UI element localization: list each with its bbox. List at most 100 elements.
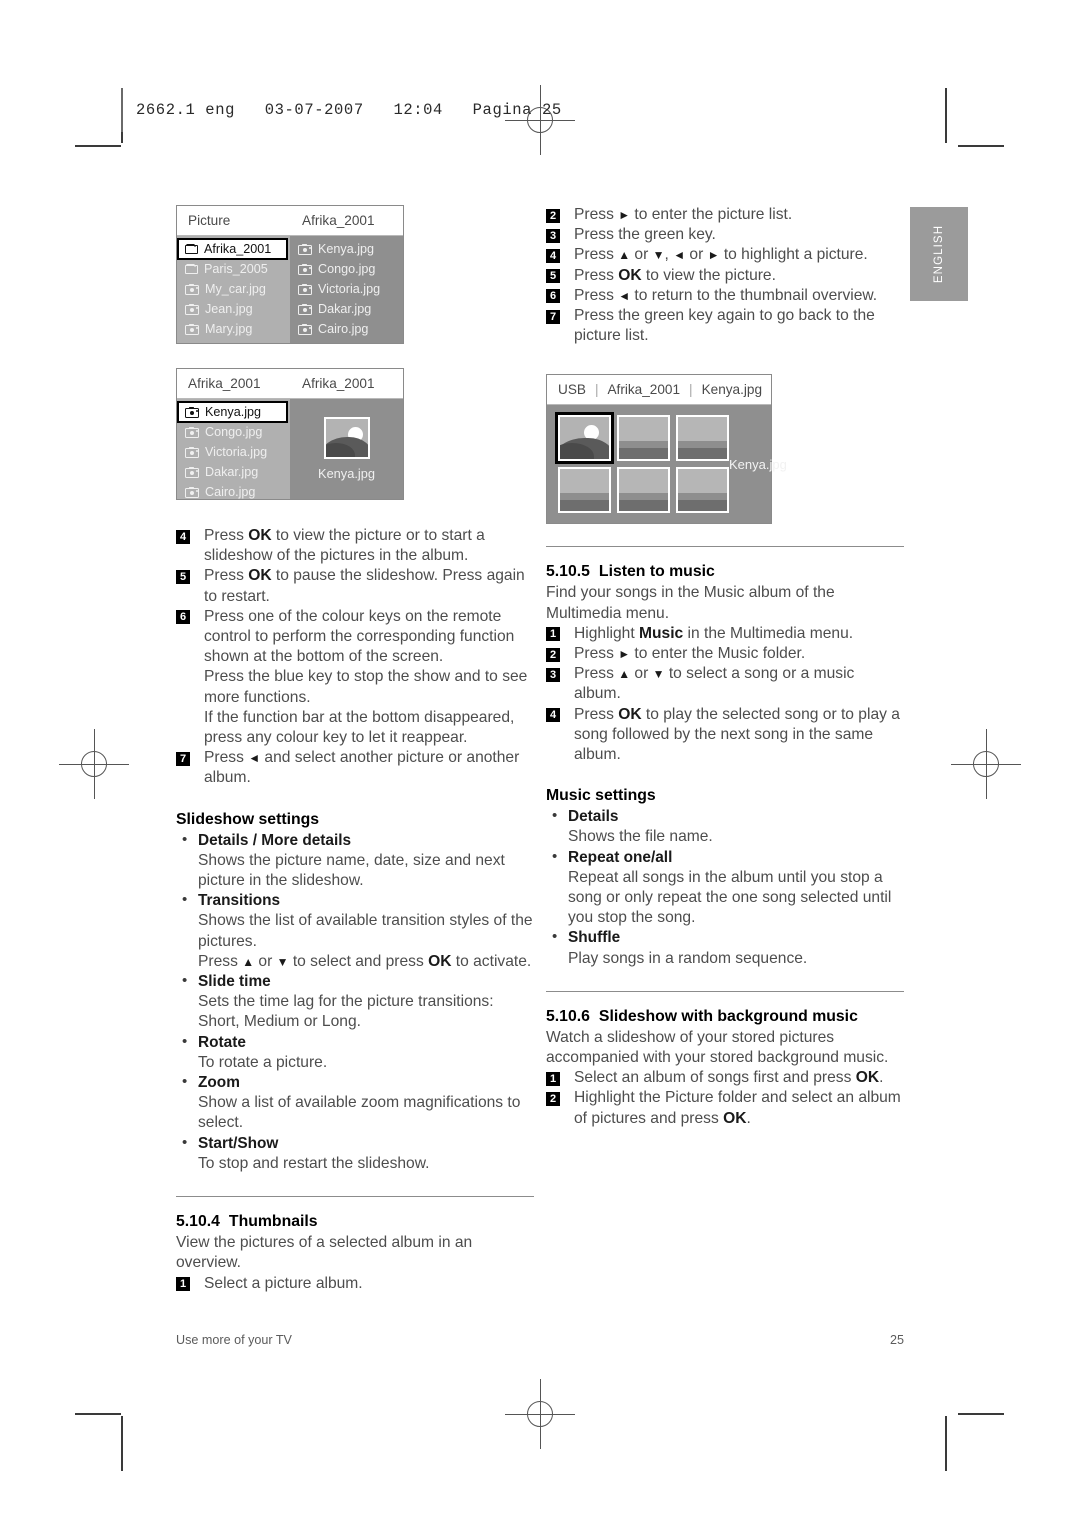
section-number: 5.10.4 bbox=[176, 1213, 220, 1231]
list-item: 6 Press ◄ to return to the thumbnail ove… bbox=[546, 286, 904, 306]
thumbnail-tile[interactable] bbox=[617, 467, 670, 514]
camera-icon bbox=[185, 406, 199, 418]
breadcrumb-album: Afrika_2001 bbox=[607, 382, 681, 398]
thumbnail-image bbox=[676, 467, 729, 514]
setting-desc: To stop and restart the slideshow. bbox=[198, 1154, 430, 1172]
preview-item-dakar[interactable]: Dakar.jpg bbox=[177, 462, 290, 482]
setting-desc: To rotate a picture. bbox=[198, 1053, 328, 1071]
setting-title: Zoom bbox=[198, 1074, 240, 1092]
browser-item-jean[interactable]: Jean.jpg bbox=[177, 299, 290, 319]
bullet-icon: • bbox=[182, 830, 188, 848]
listen-to-music-heading: 5.10.5 Listen to music bbox=[546, 561, 904, 583]
preview-thumbnail-image bbox=[323, 417, 370, 459]
thumbnail-image bbox=[676, 415, 729, 462]
bullet-icon: • bbox=[552, 847, 558, 865]
browser-file-label: Cairo.jpg bbox=[318, 322, 369, 336]
down-arrow-icon: ▼ bbox=[652, 667, 665, 682]
browser-item-mary[interactable]: Mary.jpg bbox=[177, 319, 290, 339]
step-number: 2 bbox=[546, 647, 560, 662]
thumbnails-intro: View the pictures of a selected album in… bbox=[176, 1234, 473, 1272]
thumbnail-tile[interactable] bbox=[617, 415, 670, 462]
slideshow-settings-list: • Details / More details Shows the pictu… bbox=[176, 831, 534, 1174]
preview-image-pane: Kenya.jpg bbox=[290, 399, 403, 499]
preview-item-victoria[interactable]: Victoria.jpg bbox=[177, 442, 290, 462]
page-content: Picture Afrika_2001 Afrika_2001 Paris_20… bbox=[0, 0, 1080, 1528]
setting-desc: Shows the picture name, date, size and n… bbox=[198, 851, 505, 890]
thumbnail-tile-selected[interactable] bbox=[555, 412, 614, 465]
step-text: Press the green key again to go back to … bbox=[574, 307, 875, 345]
step-number: 1 bbox=[176, 1277, 190, 1291]
browser-item-label: Afrika_2001 bbox=[204, 242, 272, 256]
preview-item-label: Dakar.jpg bbox=[205, 465, 259, 479]
thumbnail-image bbox=[558, 467, 611, 514]
camera-icon bbox=[185, 466, 199, 478]
setting-title: Transitions bbox=[198, 892, 281, 910]
step-text: Press the green key. bbox=[574, 226, 716, 244]
section-divider bbox=[546, 990, 904, 992]
browser-item-paris-2005[interactable]: Paris_2005 bbox=[177, 259, 290, 279]
preview-item-label: Victoria.jpg bbox=[205, 445, 268, 459]
picture-preview-screenshot: Afrika_2001 Afrika_2001 Kenya.jpg Congo.… bbox=[176, 368, 404, 500]
step-text: Select a picture album. bbox=[204, 1274, 363, 1292]
browser-file-cairo[interactable]: Cairo.jpg bbox=[290, 319, 403, 339]
step-number: 6 bbox=[176, 610, 190, 625]
browser-file-victoria[interactable]: Victoria.jpg bbox=[290, 279, 403, 299]
browser-item-afrika-2001[interactable]: Afrika_2001 bbox=[177, 238, 288, 260]
browser-header-right: Afrika_2001 bbox=[302, 213, 375, 228]
list-item: • Transitions Shows the list of availabl… bbox=[176, 891, 534, 972]
step-number: 3 bbox=[546, 667, 560, 682]
page-footer: Use more of your TV 25 bbox=[176, 1333, 904, 1347]
browser-file-congo[interactable]: Congo.jpg bbox=[290, 259, 403, 279]
browser-file-dakar[interactable]: Dakar.jpg bbox=[290, 299, 403, 319]
thumbnail-grid-body: Kenya.jpg bbox=[547, 405, 787, 524]
breadcrumb-separator: | bbox=[689, 382, 693, 398]
slideshow-settings-heading: Slideshow settings bbox=[176, 810, 320, 828]
left-arrow-icon: ◄ bbox=[673, 248, 686, 263]
camera-icon bbox=[185, 283, 199, 295]
slideshow-music-heading: 5.10.6 Slideshow with background music bbox=[546, 1006, 904, 1028]
step-number: 7 bbox=[546, 309, 560, 324]
list-item: 4 Press OK to view the picture or to sta… bbox=[176, 526, 534, 566]
preview-item-label: Cairo.jpg bbox=[205, 485, 256, 499]
bullet-icon: • bbox=[552, 928, 558, 946]
step-number: 4 bbox=[546, 708, 560, 723]
bullet-icon: • bbox=[182, 1073, 188, 1091]
right-arrow-icon: ► bbox=[707, 248, 720, 263]
list-item: • Slide time Sets the time lag for the p… bbox=[176, 972, 534, 1033]
browser-file-label: Dakar.jpg bbox=[318, 302, 372, 316]
right-column: 2 Press ► to enter the picture list. 3 P… bbox=[546, 205, 904, 1129]
setting-title: Shuffle bbox=[568, 929, 621, 947]
section-number: 5.10.5 bbox=[546, 563, 590, 581]
thumbnail-tile[interactable] bbox=[558, 467, 611, 514]
preview-header-left: Afrika_2001 bbox=[188, 376, 261, 391]
up-arrow-icon: ▲ bbox=[242, 954, 255, 969]
up-arrow-icon: ▲ bbox=[618, 248, 631, 263]
list-item: 3 Press ▲ or ▼ to select a song or a mus… bbox=[546, 664, 904, 704]
list-item: • Rotate To rotate a picture. bbox=[176, 1033, 534, 1073]
step-number: 6 bbox=[546, 289, 560, 304]
slideshow-music-steps: 1 Select an album of songs first and pre… bbox=[546, 1068, 904, 1129]
list-item: 2 Highlight the Picture folder and selec… bbox=[546, 1088, 904, 1128]
thumbnail-tile[interactable] bbox=[676, 467, 729, 514]
folder-icon bbox=[185, 264, 198, 274]
thumbnails-steps-list: 1 Select a picture album. bbox=[176, 1274, 534, 1294]
thumbnails-section-heading: 5.10.4 Thumbnails bbox=[176, 1211, 534, 1233]
list-item: 5 Press OK to view the picture. bbox=[546, 266, 904, 286]
thumbnail-tile[interactable] bbox=[676, 415, 729, 462]
down-arrow-icon: ▼ bbox=[652, 248, 665, 263]
breadcrumb-usb: USB bbox=[558, 382, 586, 398]
browser-right-pane: Kenya.jpg Congo.jpg Victoria.jpg Dakar.j… bbox=[290, 236, 403, 343]
step-number: 7 bbox=[176, 751, 190, 766]
breadcrumb-file: Kenya.jpg bbox=[701, 382, 763, 398]
preview-item-cairo[interactable]: Cairo.jpg bbox=[177, 482, 290, 502]
section-title: Slideshow with background music bbox=[598, 1007, 858, 1025]
preview-item-label: Kenya.jpg bbox=[205, 405, 262, 419]
list-item: 3 Press the green key. bbox=[546, 225, 904, 245]
camera-icon bbox=[298, 243, 312, 255]
breadcrumb-separator: | bbox=[594, 382, 599, 398]
preview-header: Afrika_2001 Afrika_2001 bbox=[177, 369, 403, 399]
preview-item-congo[interactable]: Congo.jpg bbox=[177, 422, 290, 442]
browser-file-kenya[interactable]: Kenya.jpg bbox=[290, 239, 403, 259]
browser-item-my-car[interactable]: My_car.jpg bbox=[177, 279, 290, 299]
preview-item-kenya[interactable]: Kenya.jpg bbox=[177, 401, 288, 423]
